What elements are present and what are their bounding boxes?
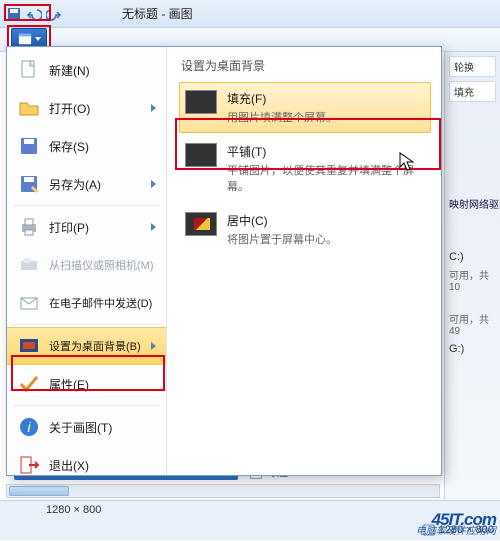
d-drive-info: 可用，共 49 (449, 311, 496, 337)
menu-item-label: 打印(P) (49, 219, 89, 236)
submenu-header: 设置为桌面背景 (181, 57, 431, 74)
menu-item-new[interactable]: 新建(N) (7, 51, 166, 89)
menu-item-label: 从扫描仪或照相机(M) (49, 257, 154, 273)
canvas-dims-small: 1280 × 800 (46, 504, 101, 516)
submenu-item-title: 平铺(T) (227, 143, 425, 160)
menu-item-scanner[interactable]: 从扫描仪或照相机(M) (7, 246, 166, 284)
menu-item-print[interactable]: 打印(P) (7, 208, 166, 246)
menu-item-label: 退出(X) (49, 457, 89, 474)
app-menu-dropdown: 新建(N) 打开(O) 保存(S) 另存为(A) 打印(P) 从扫描仪或照相机(… (6, 46, 442, 476)
printer-icon (17, 215, 41, 239)
app-menu-left-column: 新建(N) 打开(O) 保存(S) 另存为(A) 打印(P) 从扫描仪或照相机(… (7, 47, 167, 475)
menu-item-label: 保存(S) (49, 138, 89, 155)
submenu-item-title: 居中(C) (227, 212, 337, 229)
menu-item-email[interactable]: 在电子邮件中发送(D) (7, 284, 166, 322)
menu-item-saveas[interactable]: 另存为(A) (7, 165, 166, 203)
folder-open-icon (17, 96, 41, 120)
title-bar: 无标题 - 画图 (0, 0, 500, 28)
checkmark-icon (17, 372, 41, 396)
watermark-tagline: 电脑软硬件应用网 (416, 526, 496, 538)
chevron-right-icon (151, 342, 156, 350)
menu-item-exit[interactable]: 退出(X) (7, 446, 166, 484)
watermark: 45IT.com 电脑软硬件应用网 (416, 514, 496, 538)
menu-item-wallpaper[interactable]: 设置为桌面背景(B) (7, 327, 166, 365)
g-drive-label: G:) (449, 343, 496, 355)
rotate-chip[interactable]: 轮换 (449, 56, 496, 77)
chevron-right-icon (151, 180, 156, 188)
email-icon (17, 291, 41, 315)
menu-item-properties[interactable]: 属性(E) (7, 365, 166, 403)
c-drive-label: C:) (449, 251, 496, 263)
menu-item-label: 新建(N) (49, 62, 90, 79)
menu-item-label: 在电子邮件中发送(D) (49, 295, 152, 311)
menu-item-label: 设置为桌面背景(B) (49, 338, 141, 354)
background-explorer: 轮换 填充 映射网络驱动 C:) 可用，共 10 可用，共 49 G:) (444, 52, 500, 500)
scrollbar-thumb[interactable] (9, 486, 69, 496)
submenu-item-center[interactable]: 居中(C) 将图片置于屏幕中心。 (179, 204, 431, 255)
tile-thumbnail-icon (185, 143, 217, 167)
fill-thumbnail-icon (185, 90, 217, 114)
app-menu-right-column: 设置为桌面背景 填充(F) 用图片填满整个屏幕。 平铺(T) 平铺图片，以便使其… (167, 47, 441, 475)
chevron-down-icon (35, 37, 41, 41)
c-drive-info: 可用，共 10 (449, 267, 496, 293)
menu-separator (13, 405, 160, 406)
undo-qat-icon[interactable] (26, 6, 42, 22)
scanner-icon (17, 253, 41, 277)
netdrive-label: 映射网络驱动 (449, 196, 496, 211)
window-title: 无标题 - 画图 (122, 5, 193, 22)
chevron-right-icon (151, 104, 156, 112)
menu-separator (13, 205, 160, 206)
saveas-icon (17, 172, 41, 196)
menu-separator (13, 324, 160, 325)
submenu-item-desc: 用图片填满整个屏幕。 (227, 109, 337, 125)
exit-icon (17, 453, 41, 477)
menu-item-label: 属性(E) (49, 376, 89, 393)
save-icon (17, 134, 41, 158)
redo-qat-icon[interactable] (46, 6, 62, 22)
save-qat-icon[interactable] (6, 6, 22, 22)
cursor-icon (399, 152, 415, 177)
new-file-icon (17, 58, 41, 82)
submenu-item-title: 填充(F) (227, 90, 337, 107)
center-thumbnail-icon (185, 212, 217, 236)
menu-item-label: 另存为(A) (49, 176, 101, 193)
menu-item-label: 关于画图(T) (49, 419, 112, 436)
menu-item-label: 打开(O) (49, 100, 90, 117)
info-icon: i (17, 415, 41, 439)
chevron-right-icon (151, 223, 156, 231)
menu-item-save[interactable]: 保存(S) (7, 127, 166, 165)
menu-item-about[interactable]: i 关于画图(T) (7, 408, 166, 446)
fill-chip[interactable]: 填充 (449, 81, 496, 102)
menu-item-open[interactable]: 打开(O) (7, 89, 166, 127)
submenu-item-desc: 平铺图片，以便使其重复并填满整个屏幕。 (227, 162, 425, 194)
horizontal-scrollbar[interactable] (6, 484, 440, 498)
submenu-item-fill[interactable]: 填充(F) 用图片填满整个屏幕。 (179, 82, 431, 133)
submenu-item-desc: 将图片置于屏幕中心。 (227, 231, 337, 247)
watermark-brand: 45IT.com (416, 514, 496, 526)
submenu-item-tile[interactable]: 平铺(T) 平铺图片，以便使其重复并填满整个屏幕。 (179, 135, 431, 202)
wallpaper-icon (17, 334, 41, 358)
